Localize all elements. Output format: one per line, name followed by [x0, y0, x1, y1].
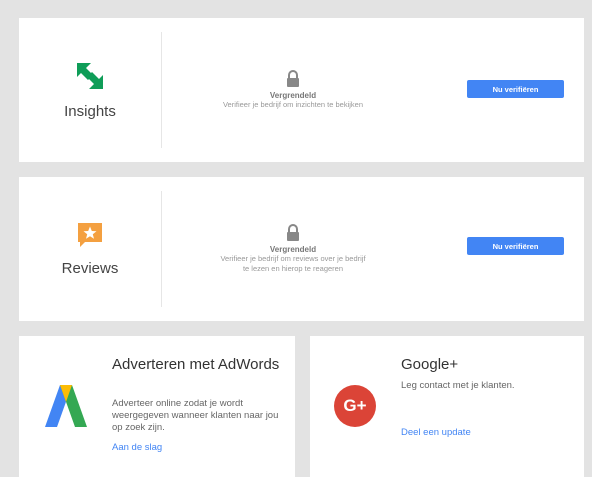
google-plus-description: Leg contact met je klanten. — [401, 380, 515, 391]
adwords-start-link[interactable]: Aan de slag — [112, 442, 162, 453]
reviews-card: Reviews Vergrendeld Verifieer je bedrijf… — [19, 177, 584, 321]
locked-description: Verifieer je bedrijf om inzichten te bek… — [222, 100, 364, 109]
insights-arrows-icon — [77, 62, 103, 89]
reviews-locked-area: Vergrendeld Verifieer je bedrijf om revi… — [162, 177, 424, 321]
reviews-title: Reviews — [61, 259, 119, 277]
insights-locked-area: Vergrendeld Verifieer je bedrijf om inzi… — [162, 18, 424, 162]
insights-title: Insights — [64, 102, 116, 120]
google-plus-card: G+ Google+ Leg contact met je klanten. D… — [310, 336, 584, 477]
adwords-title: Adverteren met AdWords — [112, 356, 280, 373]
locked-title: Vergrendeld — [269, 91, 317, 100]
reviews-header: Reviews — [19, 177, 161, 321]
lock-icon — [287, 224, 299, 241]
locked-title: Vergrendeld — [269, 245, 317, 254]
insights-card: Insights Vergrendeld Verifieer je bedrij… — [19, 18, 584, 162]
insights-verify-button[interactable]: Nu verifiëren — [467, 80, 564, 98]
adwords-card: Adverteren met AdWords Adverteer online … — [19, 336, 295, 477]
share-update-link[interactable]: Deel een update — [401, 427, 471, 438]
insights-header: Insights — [19, 18, 161, 162]
google-plus-icon: G+ — [334, 385, 376, 427]
adwords-logo-icon — [45, 385, 87, 427]
adwords-description: Adverteer online zodat je wordt weergege… — [112, 398, 279, 433]
reviews-verify-button[interactable]: Nu verifiëren — [467, 237, 564, 255]
lock-icon — [287, 70, 299, 87]
locked-description: Verifieer je bedrijf om reviews over je … — [220, 254, 366, 273]
google-plus-title: Google+ — [401, 356, 459, 373]
review-star-icon — [78, 222, 102, 247]
